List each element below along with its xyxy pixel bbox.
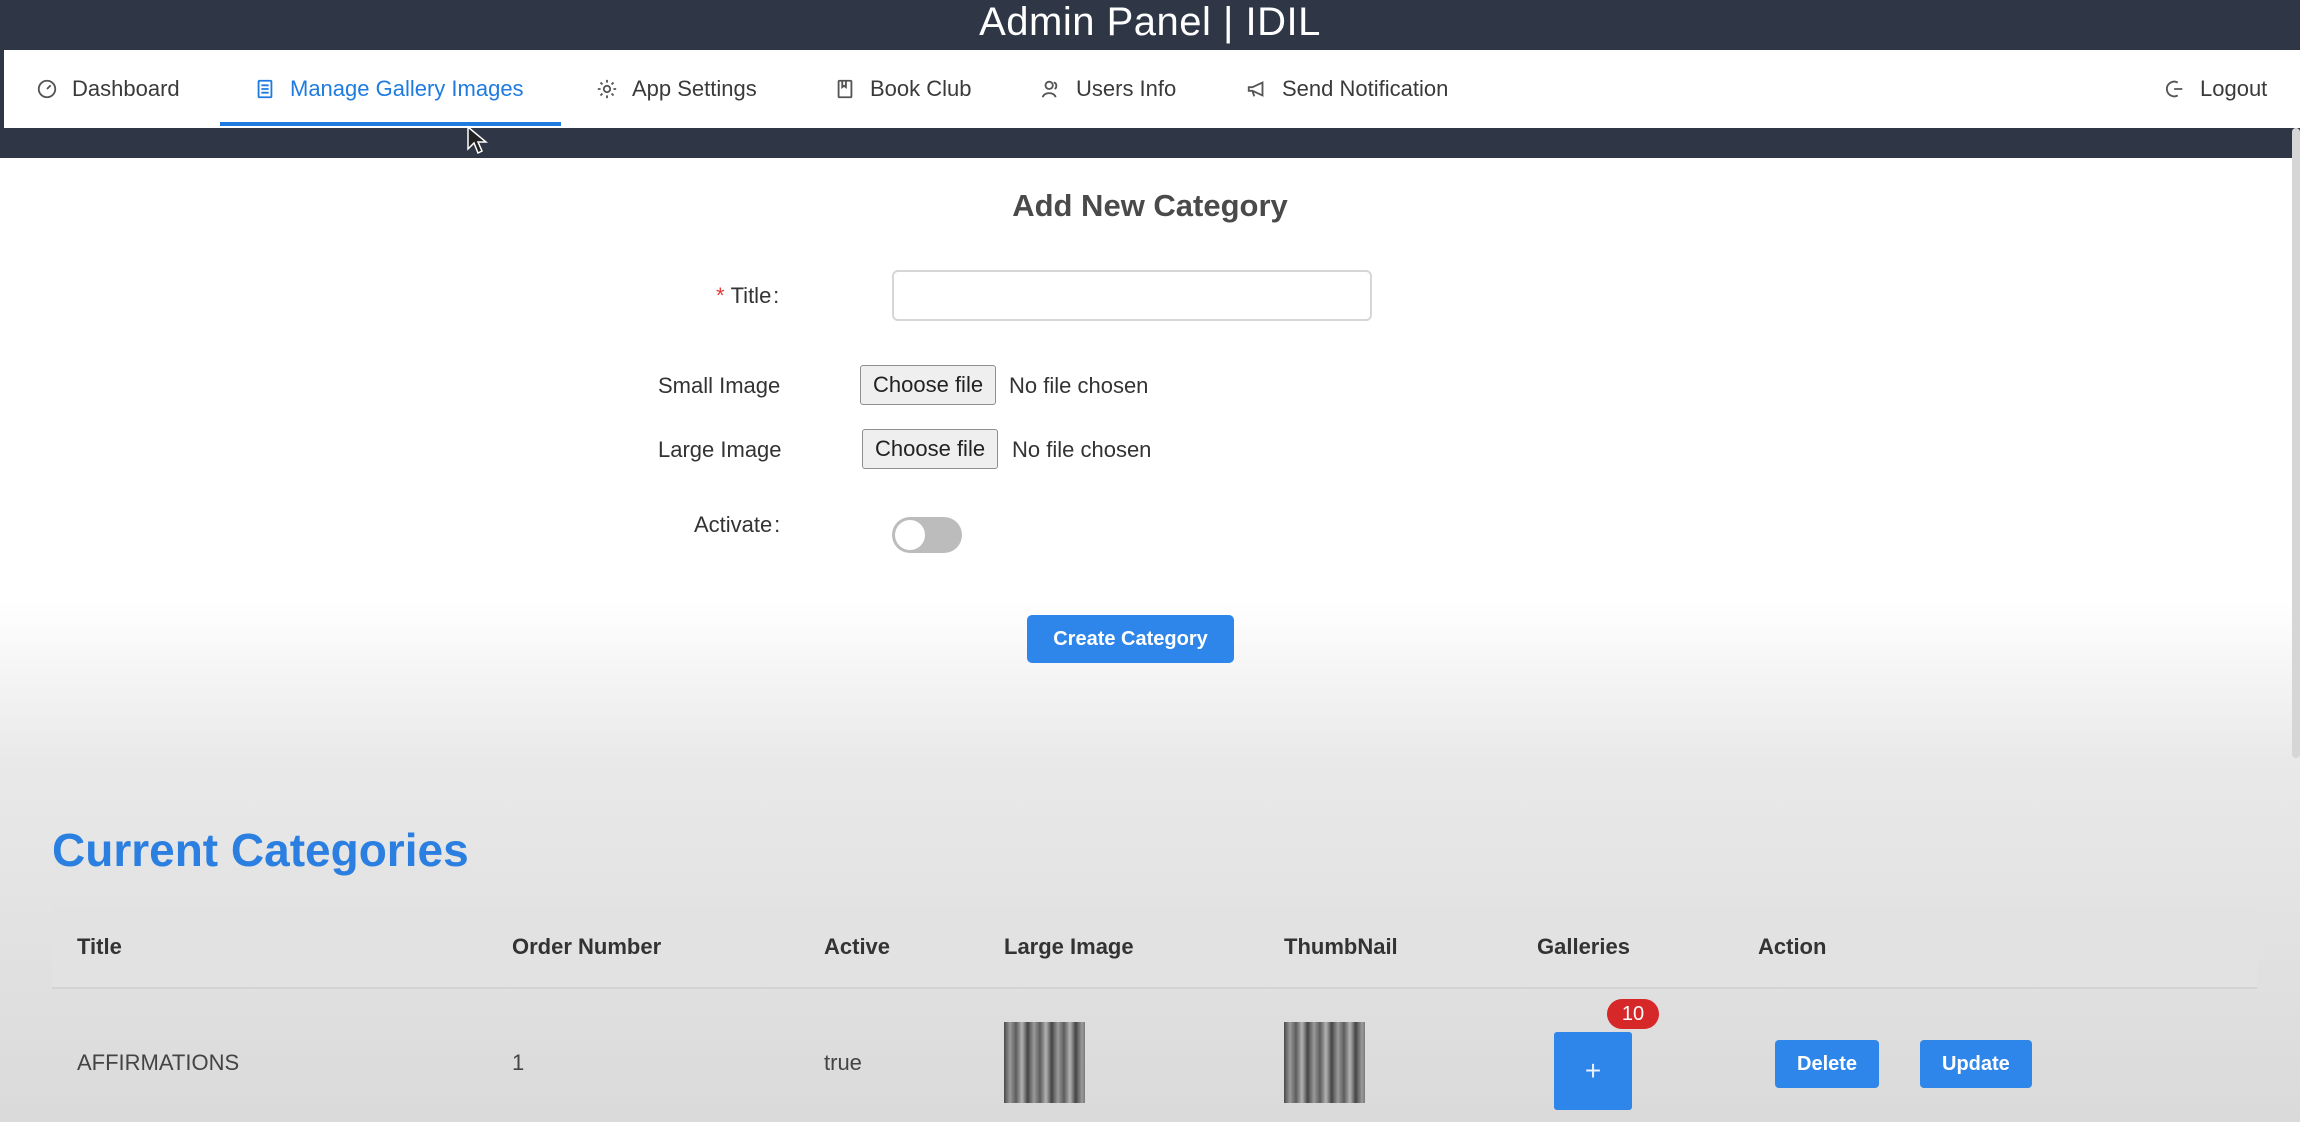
active-tab-indicator bbox=[220, 122, 561, 126]
column-header-title: Title bbox=[77, 934, 122, 959]
update-button[interactable]: Update bbox=[1920, 1040, 2032, 1088]
thumbnail-image bbox=[1284, 1022, 1365, 1103]
nav-item-label: Manage Gallery Images bbox=[290, 76, 524, 101]
title-input[interactable] bbox=[892, 270, 1372, 321]
cell-active: true bbox=[824, 1050, 862, 1075]
current-categories-heading: Current Categories bbox=[52, 824, 469, 876]
title-label-text: Title bbox=[730, 283, 772, 308]
dashboard-icon bbox=[37, 79, 57, 99]
gallery-icon bbox=[257, 79, 273, 99]
cell-order-number: 1 bbox=[512, 1050, 525, 1075]
logout-label: Logout bbox=[2200, 76, 2268, 101]
galleries-count-badge: 10 bbox=[1607, 999, 1659, 1029]
small-image-choose-file-button[interactable]: Choose file bbox=[860, 365, 997, 405]
large-image-thumbnail bbox=[1004, 1022, 1085, 1103]
logout-icon bbox=[2165, 80, 2183, 98]
label-colon: : bbox=[771, 283, 780, 308]
nav-item-manage-gallery-images[interactable]: Manage Gallery Images bbox=[254, 50, 524, 128]
table-header bbox=[52, 907, 2257, 987]
gear-icon bbox=[597, 79, 617, 99]
column-header-thumbnail: ThumbNail bbox=[1284, 934, 1398, 959]
delete-button[interactable]: Delete bbox=[1775, 1040, 1880, 1088]
large-image-choose-file-button[interactable]: Choose file bbox=[862, 429, 999, 469]
nav-item-app-settings[interactable]: App Settings bbox=[596, 50, 757, 128]
nav-item-book-club[interactable]: Book Club bbox=[834, 50, 972, 128]
form-heading: Add New Category bbox=[1012, 188, 1288, 223]
activate-toggle[interactable] bbox=[892, 517, 962, 553]
column-header-order-number: Order Number bbox=[512, 934, 662, 959]
large-image-file-status: No file chosen bbox=[1012, 437, 1152, 462]
main-nav: Dashboard Manage Gallery Images App Sett… bbox=[0, 50, 2300, 128]
nav-item-label: Book Club bbox=[870, 76, 972, 101]
title-label: * Title : bbox=[716, 283, 779, 309]
required-mark: * bbox=[716, 283, 725, 308]
logout-button[interactable]: Logout bbox=[2164, 50, 2267, 128]
table-row-divider bbox=[52, 987, 2257, 989]
nav-item-send-notification[interactable]: Send Notification bbox=[1246, 50, 1448, 128]
create-category-button[interactable]: Create Category bbox=[1027, 615, 1234, 663]
small-image-file-status: No file chosen bbox=[1009, 373, 1149, 398]
column-header-large-image: Large Image bbox=[1004, 934, 1134, 959]
column-header-galleries: Galleries bbox=[1537, 934, 1630, 959]
nav-item-label: Send Notification bbox=[1282, 76, 1449, 101]
users-icon bbox=[1041, 80, 1058, 98]
column-header-active: Active bbox=[824, 934, 891, 959]
nav-item-label: App Settings bbox=[632, 76, 757, 101]
small-image-label: Small Image bbox=[658, 373, 781, 398]
mouse-cursor-icon bbox=[467, 125, 488, 155]
app-title: Admin Panel | IDIL bbox=[979, 0, 1321, 44]
column-header-action: Action bbox=[1758, 934, 1827, 959]
label-colon: : bbox=[772, 512, 781, 537]
nav-item-dashboard[interactable]: Dashboard bbox=[36, 50, 180, 128]
megaphone-icon bbox=[1247, 81, 1264, 97]
nav-item-label: Users Info bbox=[1076, 76, 1177, 101]
large-image-label: Large Image bbox=[658, 437, 782, 462]
nav-item-users-info[interactable]: Users Info bbox=[1040, 50, 1176, 128]
activate-label-text: Activate bbox=[694, 512, 773, 537]
nav-item-label: Dashboard bbox=[72, 76, 180, 101]
nav-divider-strip bbox=[0, 128, 2300, 158]
add-gallery-button[interactable]: + bbox=[1554, 1032, 1632, 1110]
book-icon bbox=[837, 79, 853, 99]
toggle-knob bbox=[895, 520, 925, 550]
app-header: Admin Panel | IDIL bbox=[0, 0, 2300, 50]
cell-title: AFFIRMATIONS bbox=[77, 1050, 240, 1075]
activate-label: Activate : bbox=[694, 512, 780, 538]
